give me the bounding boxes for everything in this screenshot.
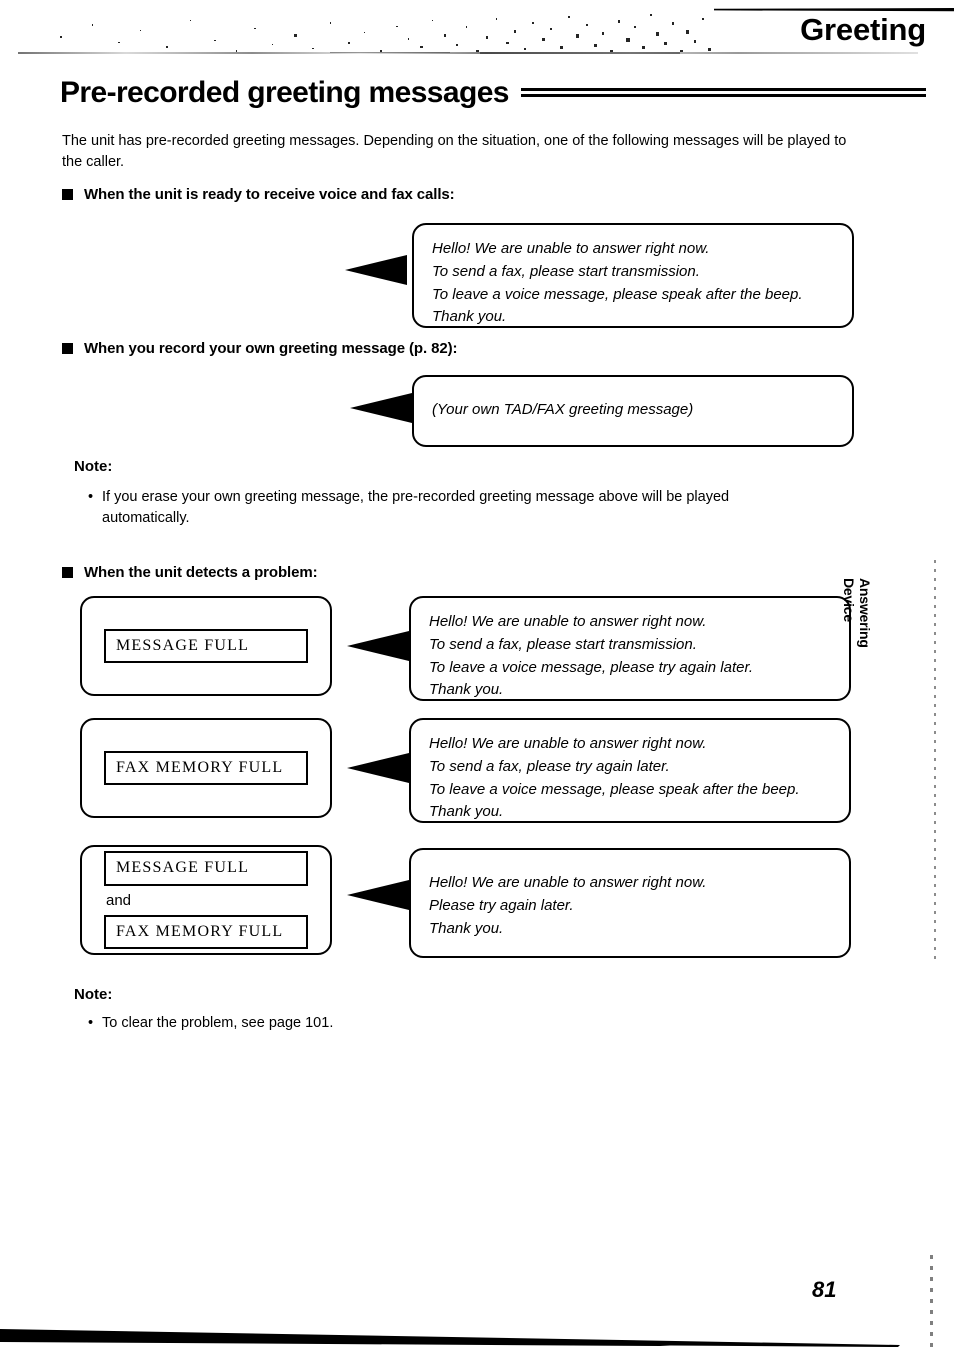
scan-smudge-line	[18, 52, 918, 54]
margin-dotted-line-artifact	[934, 560, 936, 960]
bullet-dot-icon: •	[88, 1015, 94, 1031]
scan-noise-artifact	[60, 14, 711, 54]
page-heading-row: Pre-recorded greeting messages	[60, 76, 927, 109]
bubble-line: Hello! We are unable to answer right now…	[429, 613, 707, 630]
heading-rule	[520, 87, 927, 98]
bubble-line: Thank you.	[429, 919, 504, 937]
lcd-screen: FAX MEMORY FULL	[104, 750, 308, 786]
note-1-body: • If you erase your own greeting message…	[88, 487, 818, 529]
square-bullet-icon	[62, 567, 73, 578]
chapter-title: Greeting	[800, 12, 926, 47]
bubble-tail-icon	[347, 880, 409, 910]
section-heading-ready: When the unit is ready to receive voice …	[62, 186, 455, 203]
bottom-edge-scan-artifact	[0, 1329, 900, 1347]
section-heading-problem: When the unit detects a problem:	[62, 564, 318, 581]
side-tab-line-1: Answering	[857, 578, 873, 648]
bubble-line: Thank you.	[429, 803, 504, 821]
lcd-panel-row-3: MESSAGE FULL and FAX MEMORY FULL	[80, 845, 332, 955]
section-heading-label: When the unit is ready to receive voice …	[84, 186, 455, 203]
bubble-line: Hello! We are unable to answer right now…	[429, 735, 707, 752]
bubble-line: To leave a voice message, please speak a…	[429, 780, 800, 798]
note-2-text: To clear the problem, see page 101.	[102, 1015, 334, 1031]
square-bullet-icon	[62, 189, 73, 200]
bubble-line: To send a fax, please start transmission…	[429, 635, 697, 653]
section-heading-label: When you record your own greeting messag…	[84, 340, 458, 357]
margin-dotted-line-artifact	[930, 1255, 933, 1347]
bubble-line: To send a fax, please start transmission…	[432, 262, 700, 280]
lcd-screen: FAX MEMORY FULL	[104, 914, 308, 949]
square-bullet-icon	[62, 343, 73, 354]
side-tab-line-2: Device	[841, 578, 858, 622]
bubble-line: Please try again later.	[429, 896, 574, 914]
speech-bubble-ready: Hello! We are unable to answer right now…	[412, 223, 854, 328]
note-1-text: If you erase your own greeting message, …	[102, 489, 730, 527]
lcd-and-label: and	[106, 891, 132, 909]
bubble-tail-icon	[350, 393, 412, 423]
lcd-panel-row-1: MESSAGE FULL	[80, 596, 332, 696]
speech-bubble-fax-memory-full: Hello! We are unable to answer right now…	[409, 718, 851, 823]
page-number: 81	[812, 1277, 837, 1302]
intro-paragraph: The unit has pre-recorded greeting messa…	[62, 133, 847, 171]
note-2-body: • To clear the problem, see page 101.	[88, 1013, 588, 1034]
section-heading-own-message: When you record your own greeting messag…	[62, 340, 458, 357]
bubble-line: Thank you.	[432, 308, 507, 326]
bubble-tail-icon	[347, 631, 409, 661]
speech-bubble-message-full: Hello! We are unable to answer right now…	[409, 596, 851, 701]
speech-bubble-own-message: (Your own TAD/FAX greeting message)	[412, 375, 854, 447]
lcd-screen: MESSAGE FULL	[104, 628, 308, 664]
bubble-line: To leave a voice message, please try aga…	[429, 658, 754, 676]
bubble-tail-icon	[345, 255, 407, 285]
note-1-title: Note:	[74, 458, 113, 475]
speech-bubble-both-full: Hello! We are unable to answer right now…	[409, 848, 851, 958]
bullet-dot-icon: •	[88, 489, 94, 505]
page-title: Pre-recorded greeting messages	[60, 76, 509, 109]
side-tab-answering-device: Answering Device	[841, 578, 873, 728]
document-page: Greeting Pre-recorded greeting messages …	[0, 0, 954, 1349]
bubble-tail-icon	[347, 753, 409, 783]
section-heading-label: When the unit detects a problem:	[84, 564, 318, 581]
lcd-panel-row-2: FAX MEMORY FULL	[80, 718, 332, 818]
bubble-line: Thank you.	[429, 681, 504, 699]
bubble-line: To send a fax, please try again later.	[429, 757, 670, 775]
lcd-screen: MESSAGE FULL	[104, 851, 308, 886]
bubble-line: Hello! We are unable to answer right now…	[432, 240, 710, 257]
bubble-line: To leave a voice message, please speak a…	[432, 285, 803, 303]
note-2-title: Note:	[74, 986, 113, 1003]
bubble-line: (Your own TAD/FAX greeting message)	[432, 401, 694, 418]
bubble-line: Hello! We are unable to answer right now…	[429, 874, 707, 891]
